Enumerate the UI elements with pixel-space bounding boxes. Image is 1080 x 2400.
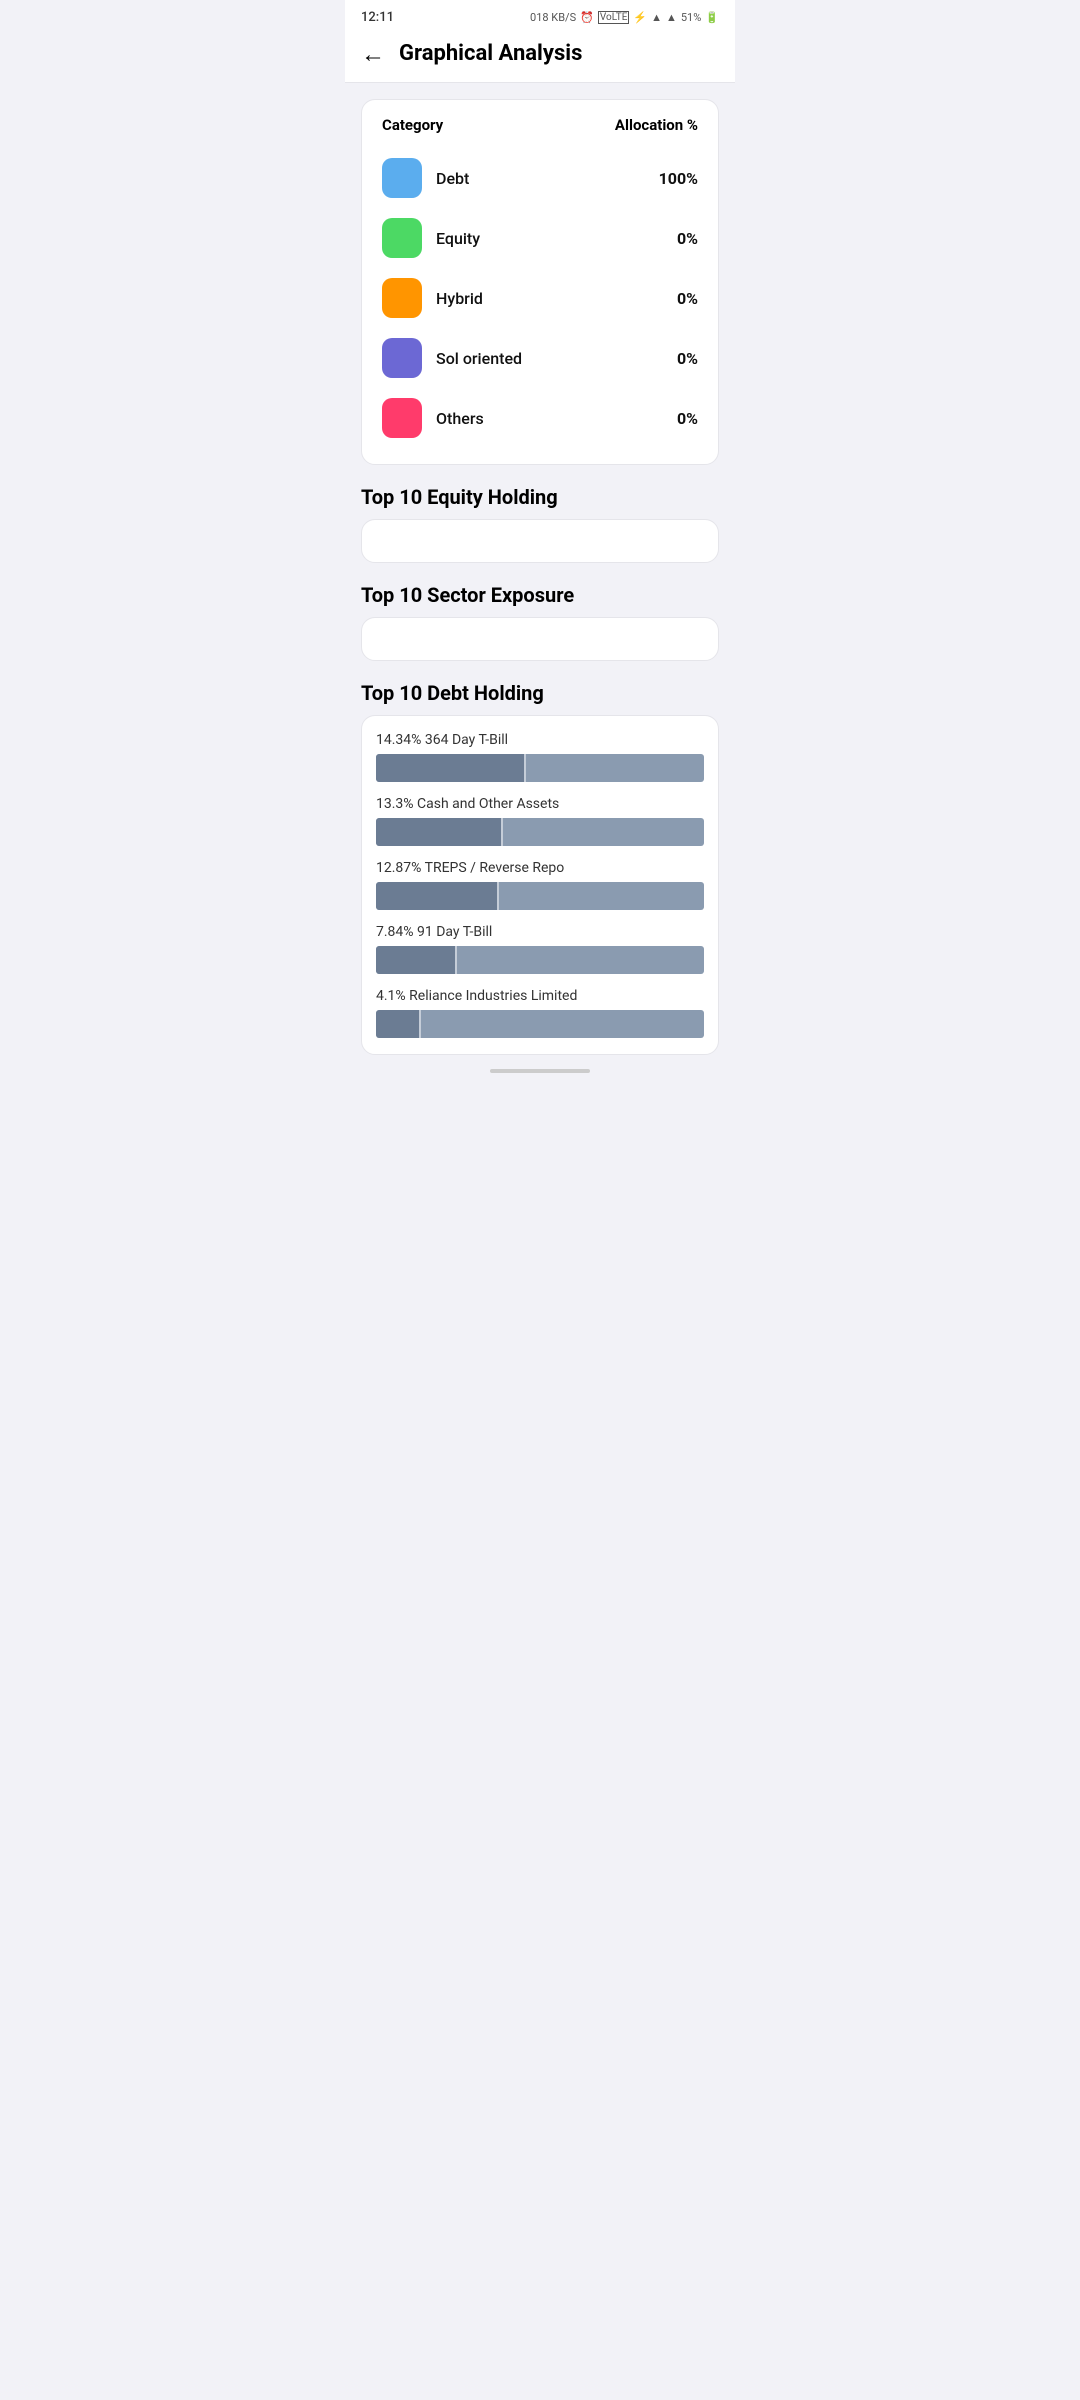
battery-icon: 🔋 — [705, 11, 719, 24]
wifi-icon: ▲ — [651, 11, 662, 24]
main-content: Category Allocation % Debt 100% Equity 0… — [345, 83, 735, 1095]
category-pct-sol-oriented: 0% — [677, 349, 698, 368]
debt-label-3: 7.84% 91 Day T-Bill — [376, 924, 704, 940]
category-row-left-equity: Equity — [382, 218, 480, 258]
debt-label-4: 4.1% Reliance Industries Limited — [376, 988, 704, 1004]
status-bar: 12:11 018 KB/S ⏰ VoLTE ⚡ ▲ ▲ 51% 🔋 — [345, 0, 735, 29]
category-row-others: Others 0% — [382, 388, 698, 448]
debt-rows: 14.34% 364 Day T-Bill 13.3% Cash and Oth… — [376, 732, 704, 1038]
category-row-left-sol-oriented: Sol oriented — [382, 338, 522, 378]
battery-pct: 51% — [681, 11, 701, 24]
debt-bar-3 — [376, 946, 704, 974]
status-right: 018 KB/S ⏰ VoLTE ⚡ ▲ ▲ 51% 🔋 — [530, 11, 719, 24]
debt-label-2: 12.87% TREPS / Reverse Repo — [376, 860, 704, 876]
category-row-left-others: Others — [382, 398, 484, 438]
debt-holding-title: Top 10 Debt Holding — [361, 681, 719, 705]
category-name-others: Others — [436, 409, 484, 428]
category-allocation-card: Category Allocation % Debt 100% Equity 0… — [361, 99, 719, 465]
category-name-equity: Equity — [436, 229, 480, 248]
category-pct-debt: 100% — [659, 169, 698, 188]
debt-item-3: 7.84% 91 Day T-Bill — [376, 924, 704, 974]
equity-holding-card — [361, 519, 719, 563]
debt-bar-fill-1 — [376, 818, 501, 846]
category-row-debt: Debt 100% — [382, 148, 698, 208]
debt-bar-2 — [376, 882, 704, 910]
debt-bar-divider-1 — [501, 818, 503, 846]
category-name-hybrid: Hybrid — [436, 289, 483, 308]
category-rows: Debt 100% Equity 0% Hybrid 0% Sol orient… — [382, 148, 698, 448]
debt-holding-card: 14.34% 364 Day T-Bill 13.3% Cash and Oth… — [361, 715, 719, 1055]
volte-icon: VoLTE — [598, 11, 630, 24]
category-table-header: Category Allocation % — [382, 116, 698, 134]
debt-bar-fill-0 — [376, 754, 524, 782]
debt-item-0: 14.34% 364 Day T-Bill — [376, 732, 704, 782]
debt-bar-fill-3 — [376, 946, 455, 974]
alarm-icon: ⏰ — [580, 11, 594, 24]
bluetooth-icon: ⚡ — [633, 11, 647, 24]
debt-label-1: 13.3% Cash and Other Assets — [376, 796, 704, 812]
signal-icon: ▲ — [666, 11, 677, 24]
status-time: 12:11 — [361, 10, 394, 25]
debt-label-0: 14.34% 364 Day T-Bill — [376, 732, 704, 748]
allocation-col-header: Allocation % — [615, 116, 698, 134]
color-swatch-sol-oriented — [382, 338, 422, 378]
sector-exposure-card — [361, 617, 719, 661]
debt-bar-0 — [376, 754, 704, 782]
debt-item-1: 13.3% Cash and Other Assets — [376, 796, 704, 846]
debt-bar-fill-4 — [376, 1010, 419, 1038]
category-row-left-hybrid: Hybrid — [382, 278, 483, 318]
category-pct-equity: 0% — [677, 229, 698, 248]
category-col-header: Category — [382, 116, 443, 134]
category-name-debt: Debt — [436, 169, 469, 188]
debt-bar-divider-0 — [524, 754, 526, 782]
category-row-left-debt: Debt — [382, 158, 469, 198]
debt-bar-divider-2 — [497, 882, 499, 910]
color-swatch-equity — [382, 218, 422, 258]
debt-bar-divider-4 — [419, 1010, 421, 1038]
color-swatch-others — [382, 398, 422, 438]
scroll-bar — [490, 1069, 590, 1073]
sector-exposure-title: Top 10 Sector Exposure — [361, 583, 719, 607]
color-swatch-hybrid — [382, 278, 422, 318]
category-row-sol-oriented: Sol oriented 0% — [382, 328, 698, 388]
network-speed: 018 KB/S — [530, 11, 576, 24]
debt-item-2: 12.87% TREPS / Reverse Repo — [376, 860, 704, 910]
debt-bar-divider-3 — [455, 946, 457, 974]
category-row-hybrid: Hybrid 0% — [382, 268, 698, 328]
equity-holding-title: Top 10 Equity Holding — [361, 485, 719, 509]
category-name-sol-oriented: Sol oriented — [436, 349, 522, 368]
debt-item-4: 4.1% Reliance Industries Limited — [376, 988, 704, 1038]
category-pct-hybrid: 0% — [677, 289, 698, 308]
color-swatch-debt — [382, 158, 422, 198]
debt-bar-4 — [376, 1010, 704, 1038]
page-header: ← Graphical Analysis — [345, 29, 735, 83]
debt-bar-1 — [376, 818, 704, 846]
category-row-equity: Equity 0% — [382, 208, 698, 268]
scroll-indicator — [361, 1059, 719, 1079]
back-button[interactable]: ← — [361, 42, 385, 66]
debt-bar-fill-2 — [376, 882, 497, 910]
page-title: Graphical Analysis — [399, 41, 582, 66]
category-pct-others: 0% — [677, 409, 698, 428]
